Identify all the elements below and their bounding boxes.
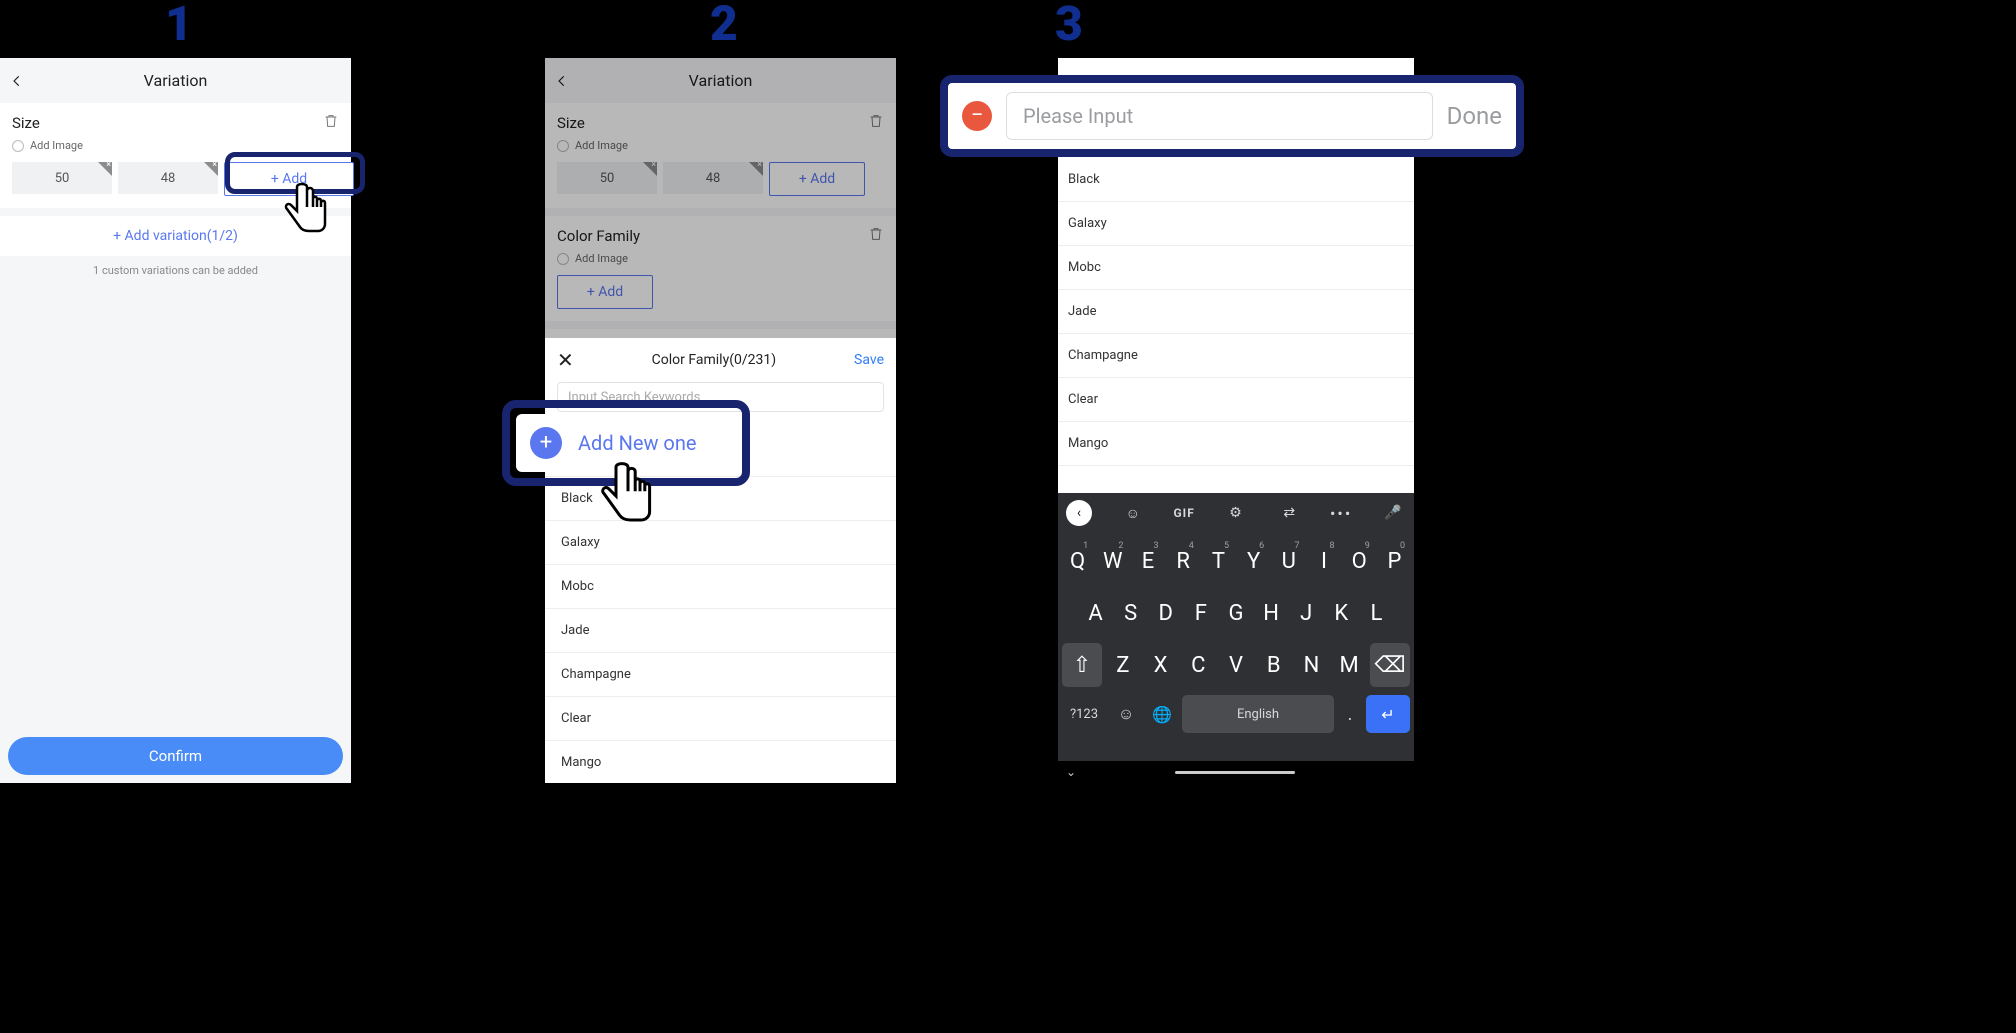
kb-key[interactable]: X xyxy=(1144,643,1178,687)
save-button[interactable]: Save xyxy=(854,352,884,368)
kb-key[interactable]: C xyxy=(1181,643,1215,687)
delete-icon[interactable] xyxy=(323,113,339,133)
size-chip-48[interactable]: 48 xyxy=(118,162,218,194)
radio-icon xyxy=(12,140,24,152)
nav-bar: ⌄ xyxy=(1058,761,1414,783)
hint-text: 1 custom variations can be added xyxy=(0,264,351,277)
confirm-button[interactable]: Confirm xyxy=(8,737,343,775)
list-item[interactable]: Black xyxy=(1058,158,1414,202)
kb-period-key[interactable]: . xyxy=(1338,704,1362,725)
plus-icon: + xyxy=(563,432,595,464)
list-item[interactable]: Champagne xyxy=(1058,334,1414,378)
size-chip-50[interactable]: 50 xyxy=(12,162,112,194)
kb-gif-button[interactable]: GIF xyxy=(1174,506,1195,520)
kb-translate-icon[interactable]: ⇄ xyxy=(1276,505,1302,521)
kb-key[interactable]: D xyxy=(1150,591,1181,635)
kb-emoji-key[interactable]: ☺ xyxy=(1110,695,1142,733)
kb-key[interactable]: R4 xyxy=(1168,539,1199,583)
chevron-down-icon[interactable]: ⌄ xyxy=(1066,765,1076,779)
modal-backdrop xyxy=(545,58,896,338)
kb-more-icon[interactable]: ••• xyxy=(1330,504,1352,523)
kb-key[interactable]: F xyxy=(1185,591,1216,635)
kb-mode-key[interactable]: ?123 xyxy=(1062,695,1106,733)
kb-key[interactable]: Z xyxy=(1106,643,1140,687)
list-item[interactable]: Galaxy xyxy=(545,520,896,564)
kb-enter-key[interactable]: ↵ xyxy=(1366,695,1410,733)
list-item[interactable]: Clear xyxy=(1058,378,1414,422)
section-title: Size xyxy=(12,114,40,132)
kb-language-key[interactable]: 🌐 xyxy=(1146,695,1178,733)
step-number-1: 1 xyxy=(165,0,193,52)
screen-color-picker: Variation Size Add Image 50 48 + Add Col… xyxy=(545,58,896,783)
kb-key[interactable]: G xyxy=(1220,591,1251,635)
kb-backspace-key[interactable]: ⌫ xyxy=(1370,643,1410,687)
home-indicator[interactable] xyxy=(1175,771,1295,774)
kb-key[interactable]: T5 xyxy=(1203,539,1234,583)
screen-input-keyboard: Black Galaxy Mobc Jade Champagne Clear M… xyxy=(1058,58,1414,783)
kb-key[interactable]: K xyxy=(1326,591,1357,635)
kb-key[interactable]: V xyxy=(1219,643,1253,687)
list-item[interactable]: Black xyxy=(545,476,896,520)
kb-key[interactable]: J xyxy=(1291,591,1322,635)
kb-key[interactable]: A xyxy=(1080,591,1111,635)
search-input[interactable]: Input Search Keywords xyxy=(557,382,884,412)
kb-spacebar[interactable]: English xyxy=(1182,695,1334,733)
list-item[interactable]: Champagne xyxy=(545,652,896,696)
back-icon[interactable] xyxy=(8,72,26,90)
kb-shift-key[interactable]: ⇧ xyxy=(1062,643,1102,687)
color-option-list: Black Galaxy Mobc Jade Champagne Clear M… xyxy=(1058,158,1414,493)
color-family-sheet: ✕ Color Family(0/231) Save Input Search … xyxy=(545,338,896,783)
kb-key[interactable]: S xyxy=(1115,591,1146,635)
add-size-button[interactable]: + Add xyxy=(224,162,354,196)
kb-key[interactable]: W2 xyxy=(1097,539,1128,583)
header: Variation xyxy=(0,58,351,103)
list-item[interactable]: Galaxy xyxy=(1058,202,1414,246)
sheet-title: Color Family(0/231) xyxy=(574,352,854,368)
done-button[interactable]: Done xyxy=(1447,102,1502,130)
kb-key[interactable]: I8 xyxy=(1308,539,1339,583)
kb-key[interactable]: Y6 xyxy=(1238,539,1269,583)
kb-key[interactable]: H xyxy=(1256,591,1287,635)
chip-remove-icon[interactable] xyxy=(204,162,218,176)
add-new-row[interactable]: + Add New one xyxy=(545,420,896,476)
page-title: Variation xyxy=(0,71,351,90)
kb-collapse-icon[interactable]: ‹ xyxy=(1066,500,1092,526)
kb-row2: A S D F G H J K L xyxy=(1062,591,1410,635)
kb-row3: ⇧ Z X C V B N M ⌫ xyxy=(1062,643,1410,687)
remove-icon[interactable]: − xyxy=(962,101,992,131)
soft-keyboard: ‹ ☺ GIF ⚙ ⇄ ••• 🎤 Q1 W2 E3 R4 T5 Y6 U7 I… xyxy=(1058,493,1414,761)
list-item[interactable]: Jade xyxy=(1058,290,1414,334)
step-number-2: 2 xyxy=(710,0,738,52)
step-number-3: 3 xyxy=(1055,0,1083,52)
kb-key[interactable]: P0 xyxy=(1379,539,1410,583)
add-image-label: Add Image xyxy=(30,139,83,152)
list-item[interactable]: Clear xyxy=(545,696,896,740)
list-item[interactable]: Jade xyxy=(545,608,896,652)
kb-key[interactable]: Q1 xyxy=(1062,539,1093,583)
kb-row4: ?123 ☺ 🌐 English . ↵ xyxy=(1062,695,1410,733)
kb-key[interactable]: E3 xyxy=(1132,539,1163,583)
kb-key[interactable]: L xyxy=(1361,591,1392,635)
add-new-label: Add New one xyxy=(609,436,728,460)
add-variation-button[interactable]: + Add variation(1/2) xyxy=(0,216,351,256)
kb-key[interactable]: U7 xyxy=(1273,539,1304,583)
kb-key[interactable]: M xyxy=(1332,643,1366,687)
kb-row1: Q1 W2 E3 R4 T5 Y6 U7 I8 O9 P0 xyxy=(1062,539,1410,583)
list-item[interactable]: Mobc xyxy=(545,564,896,608)
kb-settings-icon[interactable]: ⚙ xyxy=(1223,505,1249,521)
list-item[interactable]: Mango xyxy=(1058,422,1414,466)
kb-key[interactable]: N xyxy=(1295,643,1329,687)
add-image-toggle[interactable]: Add Image xyxy=(12,139,339,152)
list-item[interactable]: Mango xyxy=(545,740,896,784)
screen-variation-initial: Variation Size Add Image 50 48 + Add + A… xyxy=(0,58,351,783)
color-option-list: Black Galaxy Mobc Jade Champagne Clear M… xyxy=(545,476,896,784)
size-section: Size Add Image 50 48 + Add xyxy=(0,103,351,208)
kb-mic-icon[interactable]: 🎤 xyxy=(1380,505,1406,521)
kb-sticker-icon[interactable]: ☺ xyxy=(1120,505,1146,522)
kb-key[interactable]: B xyxy=(1257,643,1291,687)
list-item[interactable]: Mobc xyxy=(1058,246,1414,290)
close-icon[interactable]: ✕ xyxy=(557,348,574,372)
chip-remove-icon[interactable] xyxy=(98,162,112,176)
kb-key[interactable]: O9 xyxy=(1344,539,1375,583)
